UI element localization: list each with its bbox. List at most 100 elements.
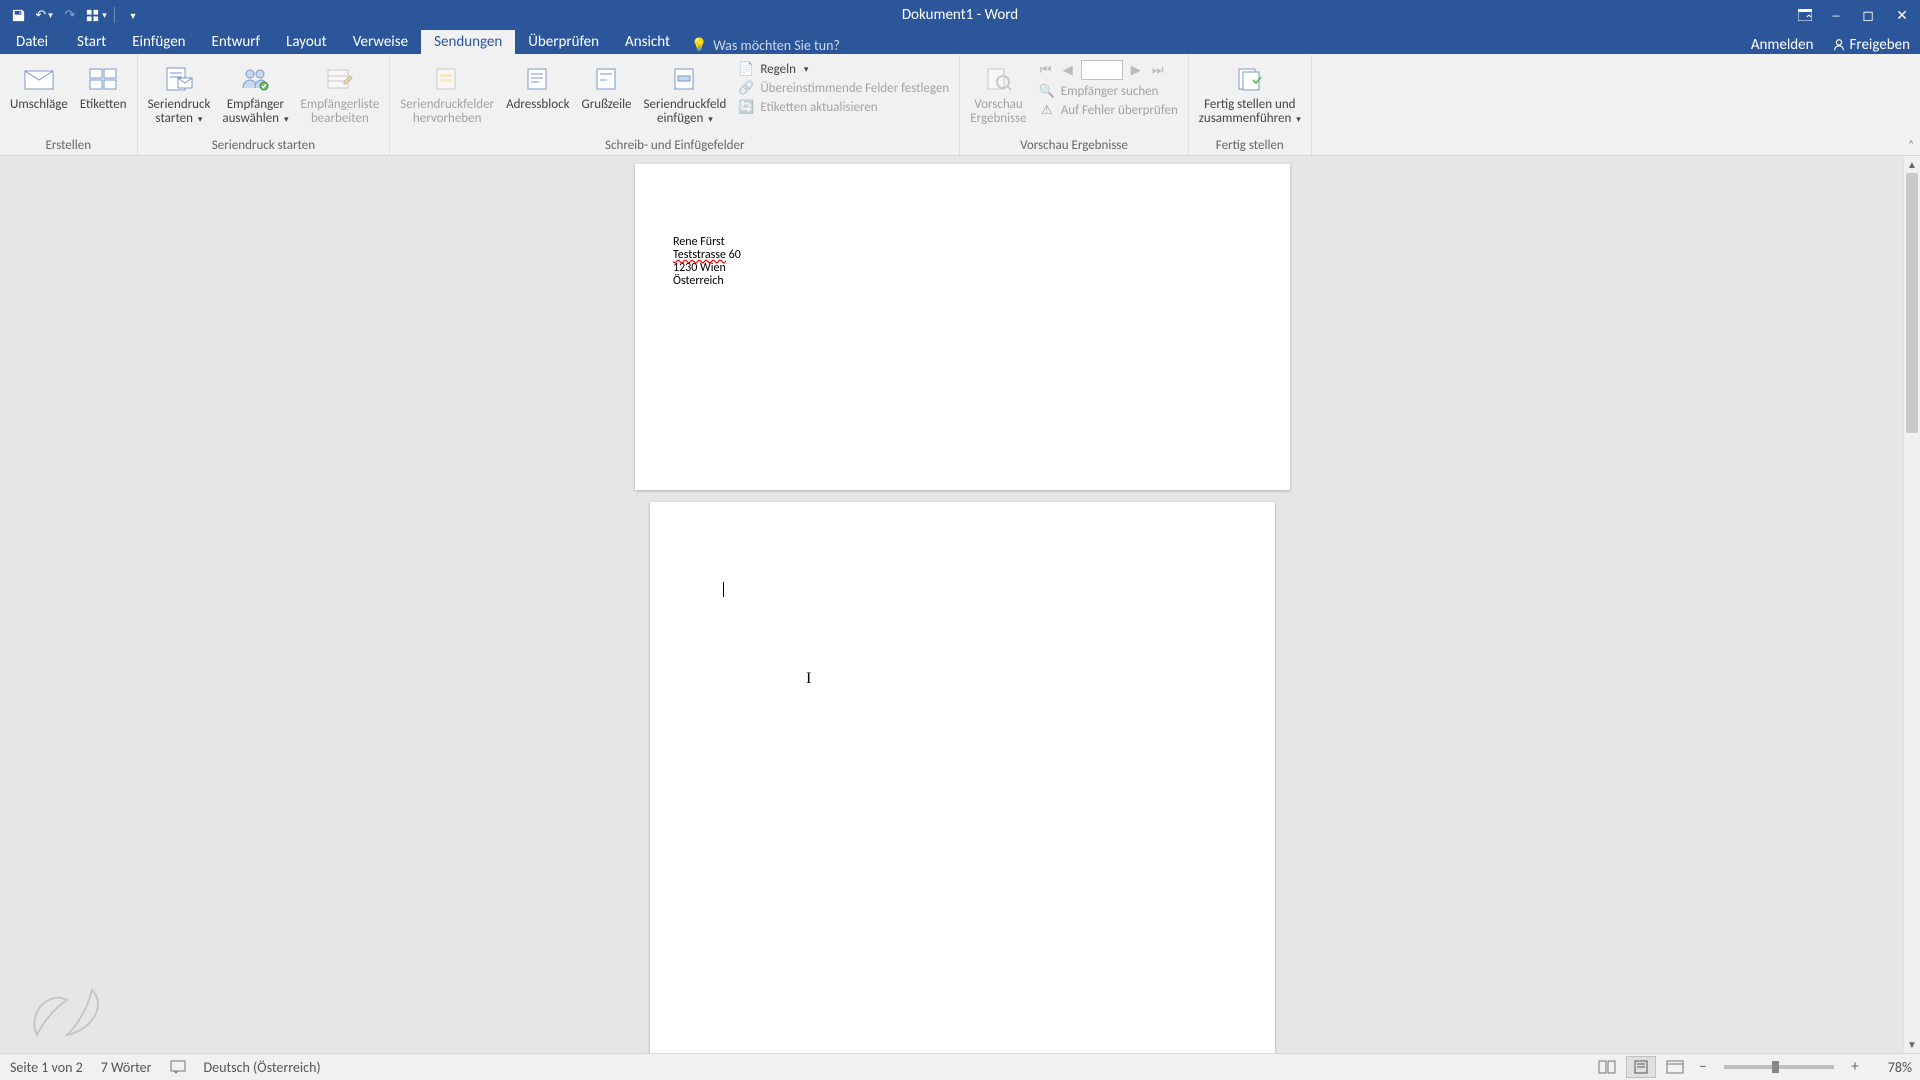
- share-button[interactable]: Freigeben: [1832, 36, 1910, 54]
- vertical-scrollbar[interactable]: ▲ ▼: [1903, 156, 1920, 1053]
- tab-mailings[interactable]: Sendungen: [421, 30, 515, 54]
- highlight-fields-button[interactable]: Seriendruckfelderhervorheben: [394, 58, 500, 128]
- minimize-button[interactable]: ─: [1820, 0, 1852, 30]
- check-errors-button[interactable]: ⚠Auf Fehler überprüfen: [1037, 101, 1180, 119]
- text-cursor: [723, 582, 724, 597]
- find-recipient-button[interactable]: 🔍Empfänger suchen: [1037, 82, 1180, 100]
- quick-access-toolbar: ↶▾ ↷ ▾ ▾: [0, 3, 145, 27]
- group-write-insert-label: Schreib- und Einfügefelder: [390, 137, 959, 155]
- account-area: Anmelden Freigeben: [1751, 36, 1910, 54]
- envelope-icon: [22, 62, 56, 96]
- watermark-logo: [22, 980, 112, 1050]
- title-bar: ↶▾ ↷ ▾ ▾ Dokument1 - Word ─ ◻ ✕: [0, 0, 1920, 30]
- record-nav: ⏮ ◀ ▶ ⏭: [1033, 58, 1184, 82]
- zoom-out-button[interactable]: −: [1694, 1058, 1712, 1076]
- preview-results-button[interactable]: VorschauErgebnisse: [964, 58, 1032, 128]
- page-2[interactable]: I: [650, 502, 1275, 1053]
- undo-button[interactable]: ↶▾: [32, 3, 56, 27]
- read-mode-button[interactable]: [1592, 1056, 1622, 1078]
- finish-merge-button[interactable]: Fertig stellen undzusammenführen ▾: [1193, 58, 1307, 129]
- tab-start[interactable]: Start: [64, 30, 119, 54]
- status-bar: Seite 1 von 2 7 Wörter Deutsch (Österrei…: [0, 1053, 1920, 1080]
- last-record-button[interactable]: ⏭: [1149, 61, 1167, 79]
- preview-icon: [982, 62, 1016, 96]
- touch-mode-button[interactable]: ▾: [84, 3, 108, 27]
- spellcheck-button[interactable]: [170, 1060, 186, 1074]
- match-fields-icon: 🔗: [738, 80, 754, 96]
- finish-icon: [1233, 62, 1267, 96]
- record-number-input[interactable]: [1081, 60, 1123, 80]
- scroll-up-button[interactable]: ▲: [1904, 156, 1920, 173]
- page-1[interactable]: Rene Fürst Teststrasse 60 1230 Wien Öste…: [635, 164, 1290, 490]
- first-record-button[interactable]: ⏮: [1037, 61, 1055, 79]
- check-errors-icon: ⚠: [1039, 102, 1055, 118]
- group-write-insert: Seriendruckfelderhervorheben Adressblock…: [390, 54, 960, 155]
- zoom-level[interactable]: 78%: [1868, 1059, 1912, 1076]
- maximize-button[interactable]: ◻: [1852, 0, 1884, 30]
- customize-qat-button[interactable]: ▾: [121, 3, 145, 27]
- prev-record-button[interactable]: ◀: [1059, 61, 1077, 79]
- tab-review[interactable]: Überprüfen: [515, 30, 612, 54]
- labels-icon: [86, 62, 120, 96]
- ibeam-pointer: I: [806, 670, 811, 688]
- update-labels-icon: 🔄: [738, 99, 754, 115]
- tab-layout[interactable]: Layout: [273, 30, 340, 54]
- group-start-merge-label: Seriendruck starten: [138, 137, 390, 155]
- ribbon-display-options-button[interactable]: [1790, 0, 1820, 30]
- highlight-icon: [430, 62, 464, 96]
- save-button[interactable]: [6, 3, 30, 27]
- print-layout-button[interactable]: [1626, 1056, 1656, 1078]
- document-area[interactable]: ▦ Rene Fürst Teststrasse 60 1230 Wien Ös…: [0, 156, 1920, 1053]
- tab-references[interactable]: Verweise: [340, 30, 421, 54]
- greeting-icon: [590, 62, 624, 96]
- sign-in-link[interactable]: Anmelden: [1751, 36, 1814, 54]
- lightbulb-icon: 💡: [691, 38, 707, 53]
- tab-insert[interactable]: Einfügen: [119, 30, 198, 54]
- zoom-slider-thumb[interactable]: [1772, 1061, 1779, 1073]
- rules-icon: 📄: [738, 61, 754, 77]
- address-block-button[interactable]: Adressblock: [500, 58, 575, 114]
- group-create-label: Erstellen: [0, 137, 137, 155]
- qat-separator: [114, 7, 115, 23]
- ribbon: Umschläge Etiketten Erstellen Seriendruc…: [0, 54, 1920, 156]
- scroll-down-button[interactable]: ▼: [1904, 1036, 1920, 1053]
- group-finish: Fertig stellen undzusammenführen ▾ Ferti…: [1189, 54, 1312, 155]
- rules-button[interactable]: 📄Regeln ▾: [736, 60, 951, 78]
- collapse-ribbon-button[interactable]: ˄: [1908, 138, 1914, 151]
- page-indicator[interactable]: Seite 1 von 2: [10, 1059, 83, 1076]
- tab-view[interactable]: Ansicht: [612, 30, 683, 54]
- update-labels-button[interactable]: 🔄Etiketten aktualisieren: [736, 98, 951, 116]
- tell-me-placeholder: Was möchten Sie tun?: [713, 37, 840, 54]
- word-count[interactable]: 7 Wörter: [101, 1059, 152, 1076]
- close-button[interactable]: ✕: [1884, 0, 1920, 30]
- ribbon-tabs: Datei Start Einfügen Entwurf Layout Verw…: [0, 30, 1920, 54]
- language-indicator[interactable]: Deutsch (Österreich): [204, 1059, 321, 1076]
- envelopes-button[interactable]: Umschläge: [4, 58, 74, 114]
- labels-button[interactable]: Etiketten: [74, 58, 133, 114]
- zoom-slider[interactable]: [1724, 1065, 1834, 1069]
- group-preview-label: Vorschau Ergebnisse: [960, 137, 1188, 155]
- insert-merge-field-button[interactable]: Seriendruckfeldeinfügen ▾: [638, 58, 733, 129]
- edit-recipients-button[interactable]: Empfängerlistebearbeiten: [294, 58, 385, 128]
- match-fields-button[interactable]: 🔗Übereinstimmende Felder festlegen: [736, 79, 951, 97]
- web-layout-button[interactable]: [1660, 1056, 1690, 1078]
- greeting-line-button[interactable]: Grußzeile: [576, 58, 638, 114]
- start-merge-button[interactable]: Seriendruckstarten ▾: [142, 58, 217, 129]
- tab-file[interactable]: Datei: [0, 30, 64, 54]
- mail-merge-icon: [162, 62, 196, 96]
- group-preview: VorschauErgebnisse ⏮ ◀ ▶ ⏭ 🔍Empfänger su…: [960, 54, 1189, 155]
- search-icon: 🔍: [1039, 83, 1055, 99]
- zoom-in-button[interactable]: +: [1846, 1058, 1864, 1076]
- window-title: Dokument1 - Word: [902, 6, 1018, 24]
- edit-list-icon: [323, 62, 357, 96]
- select-recipients-button[interactable]: Empfängerauswählen ▾: [216, 58, 294, 129]
- group-finish-label: Fertig stellen: [1189, 137, 1311, 155]
- group-create: Umschläge Etiketten Erstellen: [0, 54, 138, 155]
- redo-button[interactable]: ↷: [58, 3, 82, 27]
- scroll-thumb[interactable]: [1906, 173, 1918, 433]
- tab-design[interactable]: Entwurf: [199, 30, 274, 54]
- next-record-button[interactable]: ▶: [1127, 61, 1145, 79]
- recipients-icon: [238, 62, 272, 96]
- tell-me-search[interactable]: 💡 Was möchten Sie tun?: [691, 37, 840, 54]
- address-text[interactable]: Rene Fürst Teststrasse 60 1230 Wien Öste…: [673, 236, 741, 288]
